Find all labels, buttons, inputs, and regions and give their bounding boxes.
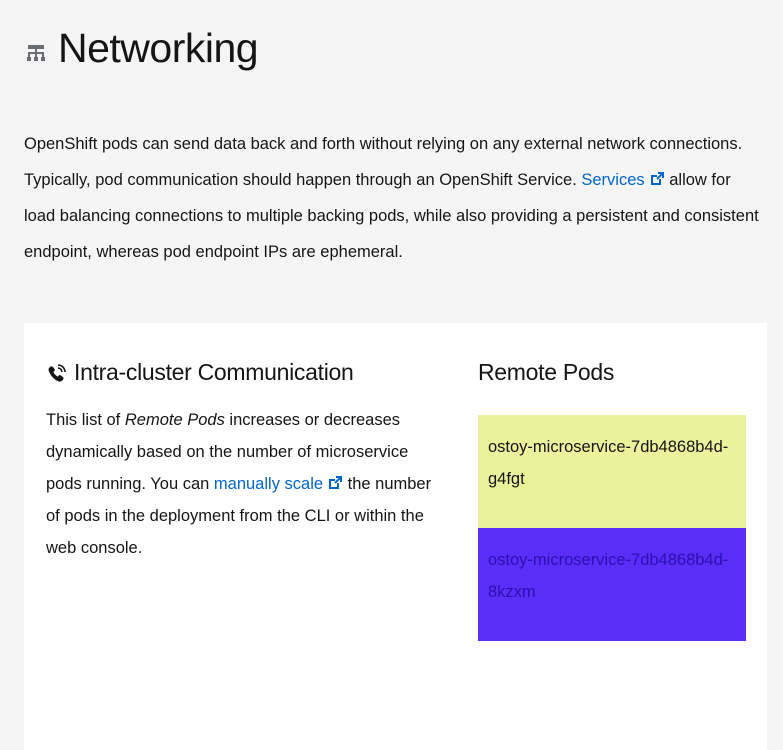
phone-volume-icon <box>46 362 68 384</box>
services-link[interactable]: Services <box>581 171 664 189</box>
remote-pods-heading: Remote Pods <box>478 359 615 385</box>
intro-paragraph: OpenShift pods can send data back and fo… <box>24 126 764 270</box>
page-header: Networking <box>24 25 259 71</box>
network-icon <box>24 41 48 65</box>
external-link-icon <box>327 470 343 489</box>
remote-pods-list: ostoy-microservice-7db4868b4d-g4fgt osto… <box>478 415 746 641</box>
intra-cluster-description: This list of Remote Pods increases or de… <box>46 411 432 557</box>
pod-name: ostoy-microservice-7db4868b4d-8kzxm <box>488 551 729 601</box>
intra-cluster-title: Intra-cluster Communication <box>74 359 354 385</box>
networking-card: Intra-cluster Communication This list of… <box>24 323 767 750</box>
intra-cluster-section: Intra-cluster Communication This list of… <box>46 359 436 564</box>
intra-cluster-heading: Intra-cluster Communication <box>46 359 436 386</box>
pod-name: ostoy-microservice-7db4868b4d-g4fgt <box>488 438 729 488</box>
external-link-icon <box>649 164 665 185</box>
page-title: Networking <box>58 25 259 71</box>
remote-pod-item: ostoy-microservice-7db4868b4d-g4fgt <box>478 415 746 528</box>
remote-pods-emphasis: Remote Pods <box>124 411 225 429</box>
remote-pods-section: Remote Pods ostoy-microservice-7db4868b4… <box>478 359 746 641</box>
remote-pod-item: ostoy-microservice-7db4868b4d-8kzxm <box>478 528 746 641</box>
manually-scale-link[interactable]: manually scale <box>214 475 343 493</box>
